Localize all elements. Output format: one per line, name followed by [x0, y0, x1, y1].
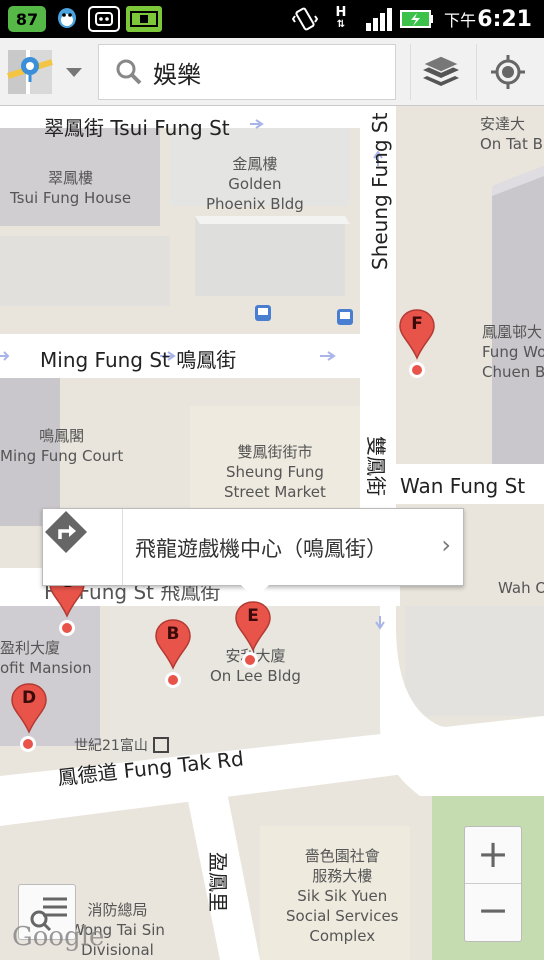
road-label-ming-fung: Ming Fung St 鳴鳳街	[40, 348, 237, 372]
zoom-out-button[interactable]: −	[465, 884, 521, 941]
building-name-en: Sik Sik Yuen	[297, 887, 388, 905]
marker-dot-icon	[59, 620, 75, 636]
map-marker-f[interactable]: F	[398, 308, 436, 378]
status-ampm: 下午	[444, 11, 477, 30]
building-name-cn: 嗇色園社會	[304, 847, 380, 865]
status-bar: 87 H ⇅ 下午 6:21	[0, 0, 544, 38]
building-name-cn: 鳴鳳閣	[39, 427, 85, 445]
building-tsui-fung-house: 翠鳳樓 Tsui Fung House	[10, 168, 131, 208]
building-name-cn: 消防總局	[87, 901, 148, 919]
building-name-en: Golden	[228, 175, 282, 193]
vibrate-icon	[290, 6, 320, 32]
map-marker-d[interactable]: D	[10, 682, 48, 752]
callout-title[interactable]: 飛龍遊戲機中心（鳴鳳街）	[135, 533, 387, 563]
qq-icon	[52, 6, 82, 32]
building-wah-o: Wah O	[498, 579, 544, 597]
marker-dot-icon	[242, 652, 258, 668]
building-fung-wo: 鳳凰邨大 Fung Wo Chuen B	[482, 322, 544, 382]
building-name-cn: 鳳凰邨大	[482, 323, 543, 341]
road-label-sheung-fung-cn: 雙鳳街	[364, 436, 388, 496]
maps-app-icon[interactable]	[6, 46, 58, 98]
chevron-right-icon[interactable]: ›	[441, 531, 451, 559]
notification-count-badge: 87	[8, 6, 46, 32]
building-name-en: Street Market	[224, 483, 326, 501]
building-name-cn: 翠鳳樓	[48, 169, 94, 187]
signal-strength-icon	[364, 6, 394, 32]
map-marker-e[interactable]: E	[234, 600, 272, 670]
building-name-en: Social Services	[286, 907, 399, 925]
building-golden-phoenix: 金鳳樓 Golden Phoenix Bldg	[206, 154, 304, 214]
marker-dot-icon	[409, 362, 425, 378]
building-name-cn: 盈利大廈	[0, 639, 61, 657]
data-type-label: H	[335, 5, 347, 20]
directions-button[interactable]	[43, 509, 123, 585]
marker-letter: B	[166, 624, 180, 644]
building-ming-fung-court: 鳴鳳閣 Ming Fung Court	[0, 426, 123, 466]
map-marker-b[interactable]: B	[154, 618, 192, 688]
media-icon	[126, 6, 162, 32]
google-attribution: Google	[12, 922, 105, 952]
building-profit-mansion: 盈利大廈 ofit Mansion	[0, 638, 92, 678]
chevron-down-icon[interactable]	[62, 60, 86, 84]
callout-pointer	[241, 585, 269, 599]
building-name-cn: 安達大	[480, 115, 526, 133]
layers-button[interactable]	[410, 44, 470, 100]
marker-dot-icon	[165, 672, 181, 688]
building-name-en: Complex	[309, 927, 376, 945]
search-box[interactable]: 娛樂	[98, 44, 396, 100]
building-name-cn: 服務大樓	[312, 867, 373, 885]
marker-letter: F	[411, 314, 423, 334]
my-location-icon	[490, 55, 525, 89]
building-name-en: On Tat B	[480, 135, 543, 153]
data-hspa-icon: H ⇅	[330, 6, 352, 32]
building-name-cn: 雙鳳街街市	[237, 443, 313, 461]
building-name-cn: 金鳳樓	[232, 155, 278, 173]
building-name-en: Phoenix Bldg	[206, 195, 304, 213]
marker-letter: D	[21, 688, 37, 708]
place-callout[interactable]: 飛龍遊戲機中心（鳴鳳街） ›	[42, 508, 464, 599]
search-query[interactable]: 娛樂	[153, 55, 201, 90]
data-arrows-icon: ⇅	[336, 19, 346, 30]
building-century21: 世紀21富山	[74, 738, 148, 754]
robot-icon	[88, 6, 120, 32]
marker-letter: E	[247, 606, 259, 626]
building-name-en: ofit Mansion	[0, 659, 92, 677]
search-icon	[116, 59, 142, 85]
road-label-wan-fung: Wan Fung St	[400, 474, 526, 498]
building-name-en: Sheung Fung	[226, 463, 324, 481]
directions-icon	[45, 511, 87, 553]
road-label-sheung-fung: Sheung Fung St	[368, 112, 392, 270]
zoom-in-button[interactable]: +	[465, 827, 521, 884]
road-label-tsui-fung: 翠鳳街 Tsui Fung St	[44, 116, 230, 140]
map-view[interactable]: 翠鳳街 Tsui Fung St Sheung Fung St Ming Fun…	[0, 106, 544, 960]
building-sheung-fung-market: 雙鳳街街市 Sheung Fung Street Market	[224, 442, 326, 502]
zoom-controls: + −	[464, 826, 522, 942]
building-on-tat: 安達大 On Tat B	[480, 114, 543, 154]
marker-dot-icon	[20, 736, 36, 752]
building-sik-sik-yuen: 嗇色園社會 服務大樓 Sik Sik Yuen Social Services …	[286, 846, 399, 946]
road-label-ying-fung: 盈鳳里	[206, 852, 230, 912]
status-time: 6:21	[477, 6, 532, 32]
building-name-en: Chuen B	[482, 363, 544, 381]
building-name-en: Fung Wo	[482, 343, 544, 361]
my-location-button[interactable]	[476, 44, 538, 100]
building-name-en: Tsui Fung House	[10, 189, 132, 207]
maps-toolbar: 娛樂	[0, 38, 544, 106]
building-name-en: Ming Fung Court	[0, 447, 124, 465]
layers-icon	[420, 55, 461, 86]
battery-charging-icon	[400, 6, 434, 32]
